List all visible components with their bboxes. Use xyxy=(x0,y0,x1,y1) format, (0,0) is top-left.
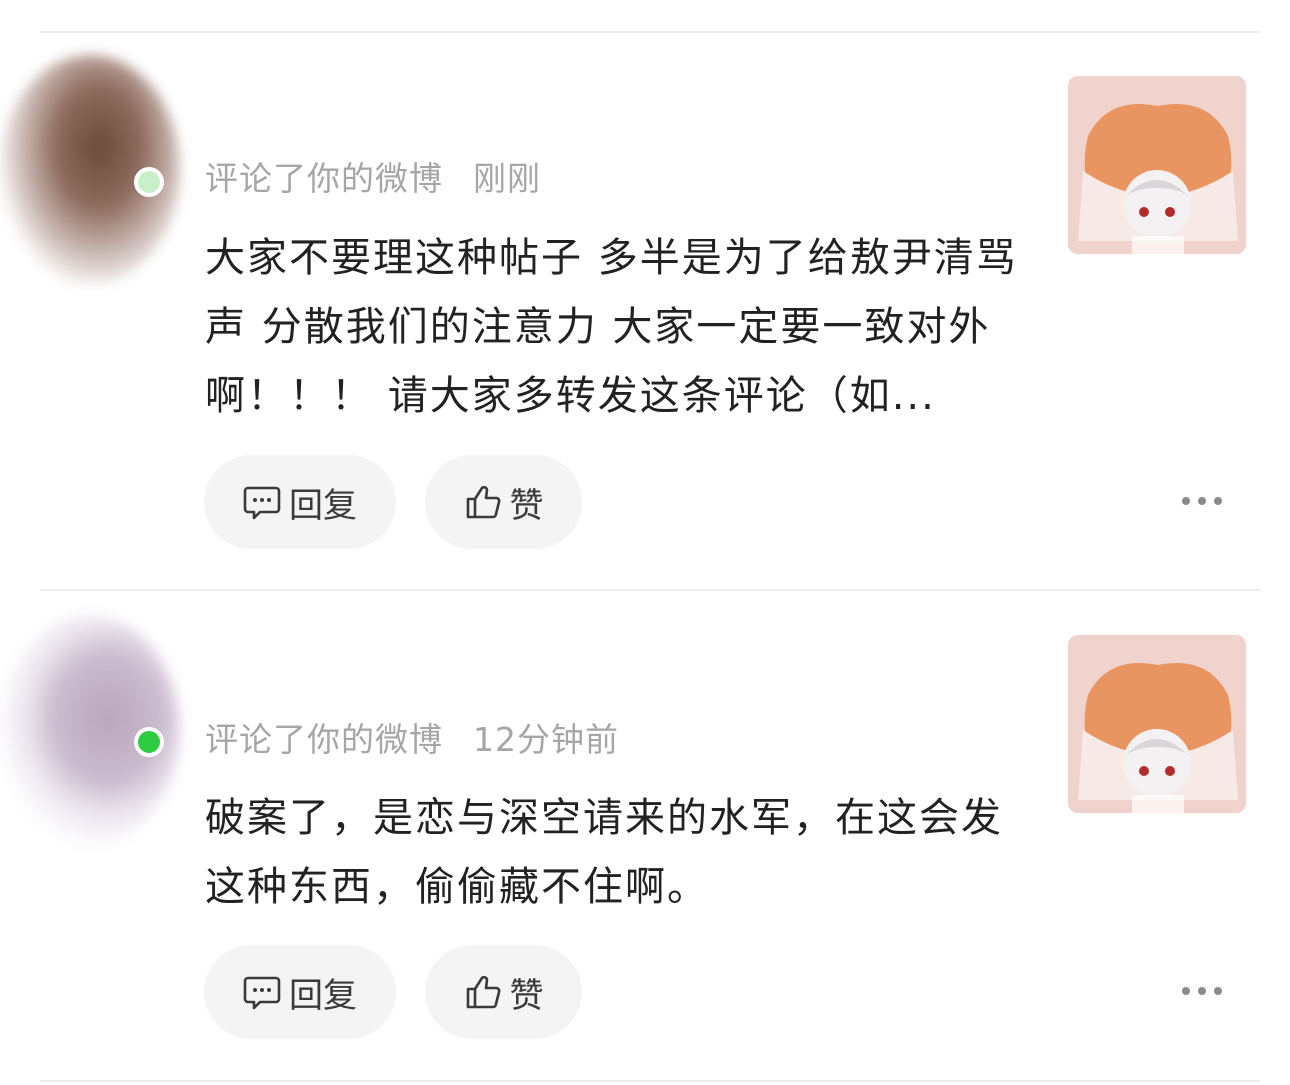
comment-bubble-icon xyxy=(243,976,281,1010)
divider-top xyxy=(40,31,1260,33)
post-thumbnail[interactable] xyxy=(1068,635,1246,813)
notification-feed: 评论了你的微博 刚刚 大家不要理这种帖子 多半是为了给敖尹清骂声 分散我们的注意力… xyxy=(0,0,1290,1085)
reply-button[interactable]: 回复 xyxy=(204,945,396,1039)
comment-text[interactable]: 大家不要理这种帖子 多半是为了给敖尹清骂声 分散我们的注意力 大家一定要一致对外… xyxy=(205,224,1025,431)
like-label: 赞 xyxy=(509,975,544,1016)
divider-bottom xyxy=(40,1080,1260,1082)
comment-bubble-icon xyxy=(243,486,281,520)
comment-meta: 评论了你的微博 刚刚 xyxy=(205,152,541,200)
avatar[interactable] xyxy=(0,55,180,285)
thumbs-up-icon xyxy=(466,485,500,519)
like-button[interactable]: 赞 xyxy=(425,455,582,549)
reply-button[interactable]: 回复 xyxy=(204,455,396,549)
comment-meta: 评论了你的微博 12分钟前 xyxy=(205,713,619,761)
like-button[interactable]: 赞 xyxy=(425,945,582,1039)
action-text: 评论了你的微博 xyxy=(205,720,443,759)
comment-text[interactable]: 破案了，是恋与深空请来的水军，在这会发这种东西，偷偷藏不住啊。 xyxy=(205,784,1025,922)
reply-label: 回复 xyxy=(289,485,357,526)
post-thumbnail[interactable] xyxy=(1068,76,1246,254)
like-label: 赞 xyxy=(509,485,544,526)
thumbs-up-icon xyxy=(466,975,500,1009)
timestamp: 刚刚 xyxy=(473,159,541,198)
more-dots-icon[interactable] xyxy=(1182,985,1222,997)
status-dot xyxy=(134,167,164,197)
status-dot xyxy=(134,727,164,757)
more-dots-icon[interactable] xyxy=(1182,495,1222,507)
avatar[interactable] xyxy=(0,615,180,845)
timestamp: 12分钟前 xyxy=(473,720,619,759)
reply-label: 回复 xyxy=(289,975,357,1016)
thumbnail-image xyxy=(1068,76,1246,254)
thumbnail-image xyxy=(1068,635,1246,813)
action-text: 评论了你的微博 xyxy=(205,159,443,198)
divider-middle xyxy=(40,589,1260,591)
